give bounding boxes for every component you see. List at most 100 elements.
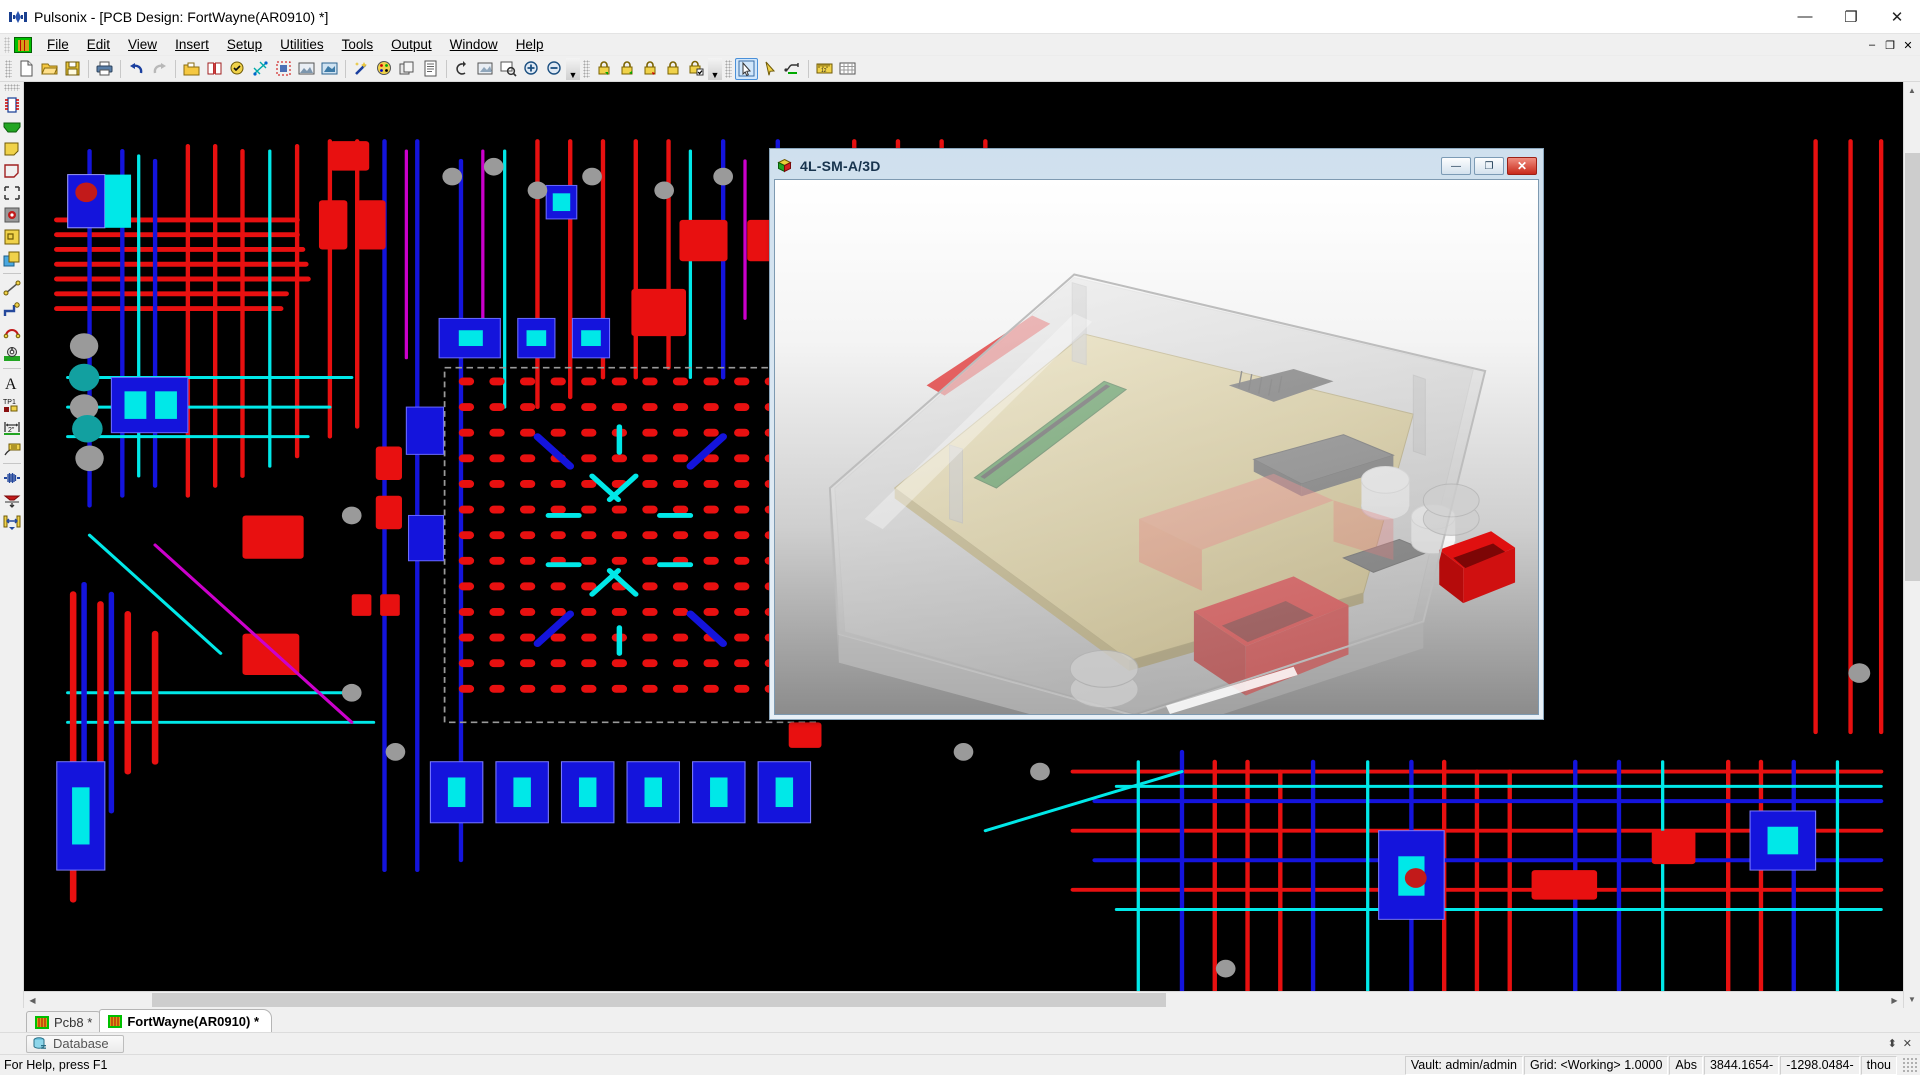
toolbar-overflow-button-locks[interactable]: ▼ [708,57,722,80]
window-close-button[interactable]: ✕ [1874,0,1920,34]
status-units[interactable]: thou [1860,1055,1897,1075]
insert-callout-icon[interactable] [1,438,23,460]
grid-icon[interactable] [836,58,859,80]
insert-copper-icon[interactable] [1,226,23,248]
menu-item-tools[interactable]: Tools [333,35,383,54]
insert-copper-area-icon[interactable] [1,116,23,138]
insert-track-icon[interactable] [1,299,23,321]
insert-via-icon[interactable] [1,343,23,365]
insert-dimension-icon[interactable]: 2" [1,416,23,438]
wand-icon[interactable] [350,58,373,80]
pointer-yellow-icon[interactable] [758,58,781,80]
lock-yellow-icon[interactable] [616,58,639,80]
lock-plain-icon[interactable] [662,58,685,80]
menu-item-setup[interactable]: Setup [218,35,271,54]
scroll-right-arrow-icon[interactable]: ▶ [1886,991,1903,1008]
menu-item-output[interactable]: Output [382,35,441,54]
insert-testpoint-icon[interactable]: TP1 [1,394,23,416]
toolbar-drag-handle-locks[interactable] [583,59,590,78]
insert-plane-icon[interactable] [1,248,23,270]
menu-item-insert[interactable]: Insert [166,35,218,54]
3d-view-window[interactable]: 4L-SM-A/3D — ❐ ✕ [769,148,1544,720]
vscroll-thumb[interactable] [1904,152,1920,581]
pulsonix-menu-logo-icon[interactable] [14,36,32,53]
scroll-up-arrow-icon[interactable]: ▲ [1903,82,1920,99]
toolbar-drag-handle-edit[interactable] [725,59,732,78]
3d-render-viewport[interactable] [774,179,1539,715]
insert-necking-icon[interactable] [1,467,23,489]
layers-icon[interactable] [272,58,295,80]
status-coordinate-mode[interactable]: Abs [1669,1055,1703,1075]
insert-text-icon[interactable]: A [1,372,23,394]
hscroll-thumb[interactable] [151,992,1167,1007]
panning-hand-icon[interactable] [451,58,474,80]
open-folder-icon[interactable] [38,58,61,80]
save-disk-icon[interactable] [61,58,84,80]
colour-palette-icon[interactable] [373,58,396,80]
menu-item-help[interactable]: Help [507,35,553,54]
3d-window-maximize-button[interactable]: ❐ [1474,157,1504,175]
redo-arrow-icon[interactable] [148,58,171,80]
side-toolbar-drag-handle[interactable] [3,84,20,91]
panel-pin-icon[interactable]: ⬍ [1888,1037,1903,1050]
insert-mitre-icon[interactable] [1,511,23,533]
window-resize-grip[interactable] [1902,1057,1918,1073]
menubar-drag-handle[interactable] [4,36,10,53]
hscroll-track[interactable] [41,992,1886,1009]
scroll-left-arrow-icon[interactable]: ◀ [24,991,41,1008]
3d-window-minimize-button[interactable]: — [1441,157,1471,175]
3d-view-icon[interactable] [318,58,341,80]
net-icon[interactable] [249,58,272,80]
insert-board-outline-icon[interactable] [1,160,23,182]
design-rules-icon[interactable] [226,58,249,80]
vscroll-track[interactable] [1903,99,1920,991]
zoom-out-icon[interactable] [543,58,566,80]
insert-arc-icon[interactable] [1,321,23,343]
mdi-close-button[interactable]: ✕ [1900,37,1916,53]
toolbar-drag-handle-standard[interactable] [5,59,12,78]
photo-icon[interactable] [295,58,318,80]
menu-item-edit[interactable]: Edit [78,35,119,54]
zoom-window-icon[interactable] [474,58,497,80]
toolbar-overflow-button-standard[interactable]: ▼ [566,57,580,80]
lock-check-icon[interactable] [685,58,708,80]
zoom-in-icon[interactable] [520,58,543,80]
canvas-horizontal-scrollbar[interactable]: ◀ ▶ [24,991,1903,1008]
pcb-design-canvas[interactable]: 4L-SM-A/3D — ❐ ✕ ◀ ▶ [24,82,1903,1008]
insert-teardrop-icon[interactable] [1,489,23,511]
3d-window-titlebar[interactable]: 4L-SM-A/3D — ❐ ✕ [774,153,1539,179]
lock-red-icon[interactable] [639,58,662,80]
menu-item-window[interactable]: Window [441,35,507,54]
lock-green-icon[interactable] [593,58,616,80]
insert-line-icon[interactable] [1,277,23,299]
scroll-down-arrow-icon[interactable]: ▼ [1903,991,1920,1008]
window-minimize-button[interactable]: — [1782,0,1828,34]
mdi-minimize-button[interactable]: – [1864,37,1880,53]
panel-tab-database[interactable]: Database [26,1034,124,1053]
zoom-selection-icon[interactable] [497,58,520,80]
menu-item-utilities[interactable]: Utilities [271,35,333,54]
window-restore-button[interactable]: ❐ [1828,0,1874,34]
menu-item-file[interactable]: File [38,35,78,54]
document-tab-fortwayne[interactable]: FortWayne(AR0910) * [99,1009,273,1032]
open-library-icon[interactable] [180,58,203,80]
layer-stack-icon[interactable] [396,58,419,80]
insert-component-icon[interactable] [1,94,23,116]
insert-area-icon[interactable] [1,182,23,204]
insert-pad-icon[interactable] [1,204,23,226]
new-document-icon[interactable] [15,58,38,80]
book-icon[interactable] [203,58,226,80]
undo-arrow-icon[interactable] [125,58,148,80]
panel-close-icon[interactable]: ✕ [1903,1037,1920,1050]
ruler-icon[interactable]: 12 [813,58,836,80]
select-arrow-icon[interactable] [735,57,758,80]
print-icon[interactable] [93,58,116,80]
measure-net-icon[interactable] [781,58,804,80]
document-tab-pcb8[interactable]: Pcb8 * [26,1011,106,1032]
mdi-restore-button[interactable]: ❐ [1882,37,1898,53]
canvas-vertical-scrollbar[interactable]: ▲ ▼ [1903,82,1920,1008]
menu-item-view[interactable]: View [119,35,166,54]
3d-window-close-button[interactable]: ✕ [1507,157,1537,175]
insert-shape-icon[interactable] [1,138,23,160]
report-icon[interactable] [419,58,442,80]
